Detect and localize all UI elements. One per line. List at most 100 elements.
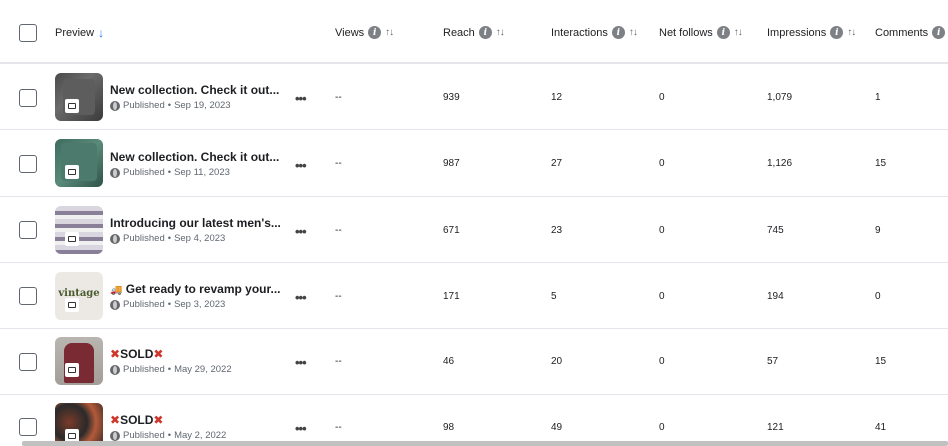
table-row[interactable]: New collection. Check it out... Publishe…	[0, 64, 948, 130]
table-row[interactable]: ✖SOLD✖ Published • May 29, 2022 ••• -- 4…	[0, 329, 948, 395]
info-icon[interactable]: i	[932, 26, 946, 39]
more-options-icon[interactable]: •••	[295, 421, 307, 436]
comments-value: 15	[875, 356, 887, 367]
select-all-checkbox[interactable]	[19, 24, 37, 42]
post-thumbnail[interactable]	[55, 139, 103, 187]
post-title[interactable]: Introducing our latest men's...	[110, 216, 281, 230]
reach-value: 671	[443, 225, 460, 236]
more-options-icon[interactable]: •••	[295, 158, 307, 173]
column-net-follows-label: Net follows	[659, 26, 713, 39]
post-status: Published	[123, 233, 165, 244]
post-meta: Published • Sep 19, 2023	[110, 100, 231, 111]
post-date: Sep 4, 2023	[174, 233, 226, 244]
x-mark-icon: ✖	[110, 413, 121, 427]
info-icon[interactable]: i	[611, 26, 625, 39]
post-status: Published	[123, 430, 165, 441]
row-checkbox[interactable]	[19, 418, 37, 436]
more-options-icon[interactable]: •••	[295, 290, 307, 305]
info-icon[interactable]: i	[716, 26, 730, 39]
column-interactions-label: Interactions	[551, 26, 608, 39]
table-row[interactable]: vintage 🚚 Get ready to revamp your... Pu…	[0, 263, 948, 329]
comments-value: 41	[875, 422, 887, 433]
reach-value: 46	[443, 356, 455, 367]
photo-post-icon	[65, 232, 79, 246]
post-thumbnail[interactable]	[55, 206, 103, 254]
post-date: Sep 3, 2023	[174, 299, 226, 310]
interactions-value: 27	[551, 158, 563, 169]
table-row[interactable]: New collection. Check it out... Publishe…	[0, 130, 948, 197]
post-title-text: SOLD	[120, 347, 154, 361]
info-icon[interactable]: i	[830, 26, 844, 39]
truck-icon: 🚚	[110, 285, 123, 296]
more-options-icon[interactable]: •••	[295, 91, 307, 106]
row-checkbox[interactable]	[19, 221, 37, 239]
sort-icon[interactable]: ↑↓	[496, 27, 505, 38]
separator-dot: •	[167, 430, 172, 441]
post-title-text: SOLD	[120, 413, 154, 427]
separator-dot: •	[167, 299, 172, 310]
photo-post-icon	[65, 99, 79, 113]
sort-down-icon: ↓	[98, 26, 105, 40]
views-value: --	[335, 291, 342, 302]
post-title[interactable]: ✖SOLD✖	[110, 413, 163, 427]
photo-post-icon	[65, 298, 79, 312]
post-meta: Published • Sep 3, 2023	[110, 299, 225, 310]
post-thumbnail[interactable]	[55, 403, 103, 446]
comments-value: 1	[875, 92, 881, 103]
post-title[interactable]: New collection. Check it out...	[110, 83, 279, 97]
column-preview[interactable]: Preview ↓	[55, 26, 104, 40]
column-net-follows[interactable]: Net follows i ↑↓	[659, 26, 743, 39]
sort-icon[interactable]: ↑↓	[385, 27, 394, 38]
column-preview-label: Preview	[55, 27, 95, 39]
net-follows-value: 0	[659, 158, 665, 169]
impressions-value: 1,079	[767, 92, 793, 103]
comments-value: 9	[875, 225, 881, 236]
impressions-value: 194	[767, 291, 784, 302]
views-value: --	[335, 422, 342, 433]
net-follows-value: 0	[659, 291, 665, 302]
info-icon[interactable]: i	[368, 26, 382, 39]
separator-dot: •	[167, 233, 172, 244]
post-thumbnail[interactable]: vintage	[55, 272, 103, 320]
post-title[interactable]: 🚚 Get ready to revamp your...	[110, 282, 281, 296]
column-comments[interactable]: Comments i	[875, 26, 946, 39]
x-mark-icon: ✖	[110, 347, 121, 361]
row-checkbox[interactable]	[19, 155, 37, 173]
thumbnail-vintage-text: vintage	[58, 288, 100, 299]
sort-icon[interactable]: ↑↓	[847, 27, 856, 38]
row-checkbox[interactable]	[19, 353, 37, 371]
info-icon[interactable]: i	[478, 26, 492, 39]
sort-icon[interactable]: ↑↓	[629, 27, 638, 38]
globe-icon	[110, 233, 120, 244]
post-meta: Published • May 2, 2022	[110, 430, 226, 441]
table-row[interactable]: Introducing our latest men's... Publishe…	[0, 197, 948, 263]
sort-icon[interactable]: ↑↓	[734, 27, 743, 38]
horizontal-scrollbar[interactable]	[22, 441, 948, 446]
views-value: --	[335, 225, 342, 236]
post-title-text: Get ready to revamp your...	[125, 282, 281, 296]
post-date: May 2, 2022	[174, 430, 227, 441]
comments-value: 15	[875, 158, 887, 169]
globe-icon	[110, 430, 120, 441]
column-impressions[interactable]: Impressions i ↑↓	[767, 26, 856, 39]
post-status: Published	[123, 100, 165, 111]
post-date: May 29, 2022	[174, 364, 232, 375]
post-title[interactable]: ✖SOLD✖	[110, 347, 163, 361]
impressions-value: 1,126	[767, 158, 793, 169]
post-status: Published	[123, 364, 165, 375]
column-views[interactable]: Views i ↑↓	[335, 26, 394, 39]
interactions-value: 5	[551, 291, 557, 302]
column-interactions[interactable]: Interactions i ↑↓	[551, 26, 638, 39]
post-title[interactable]: New collection. Check it out...	[110, 150, 279, 164]
row-checkbox[interactable]	[19, 287, 37, 305]
post-status: Published	[123, 167, 165, 178]
post-thumbnail[interactable]	[55, 337, 103, 385]
column-reach[interactable]: Reach i ↑↓	[443, 26, 505, 39]
post-thumbnail[interactable]	[55, 73, 103, 121]
table-row[interactable]: ✖SOLD✖ Published • May 2, 2022 ••• -- 98…	[0, 395, 948, 446]
row-checkbox[interactable]	[19, 89, 37, 107]
post-status: Published	[123, 299, 165, 310]
column-views-label: Views	[335, 26, 365, 39]
more-options-icon[interactable]: •••	[295, 355, 307, 370]
more-options-icon[interactable]: •••	[295, 224, 307, 239]
